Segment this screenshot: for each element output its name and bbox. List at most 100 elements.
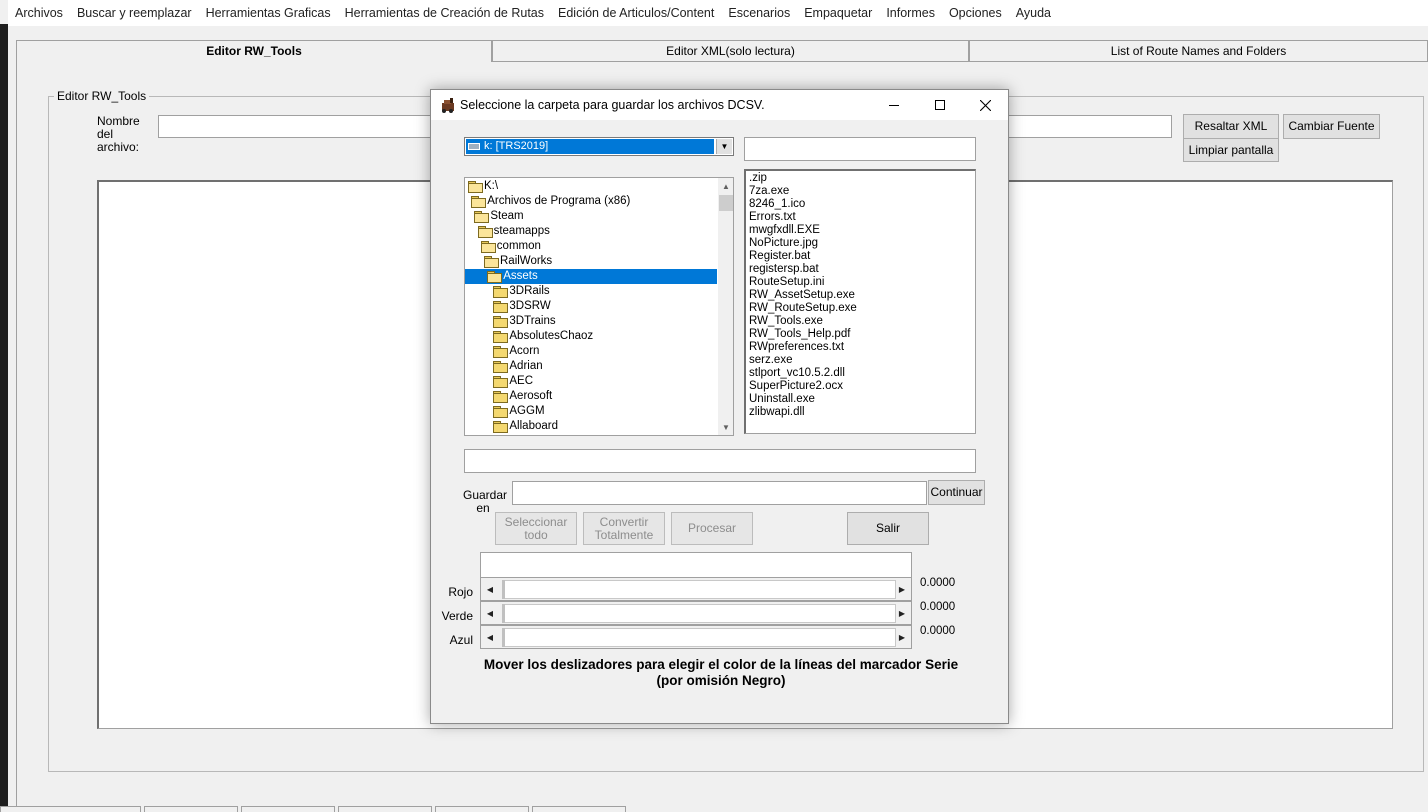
red-slider[interactable]: ◀ ▶: [480, 577, 912, 601]
clear-screen-button[interactable]: Limpiar pantalla: [1183, 138, 1279, 162]
blue-slider-thumb[interactable]: [502, 628, 505, 647]
green-slider-thumb[interactable]: [502, 604, 505, 623]
menu-escenarios[interactable]: Escenarios: [721, 6, 797, 20]
menu-empaquetar[interactable]: Empaquetar: [797, 6, 879, 20]
file-item[interactable]: NoPicture.jpg: [749, 237, 818, 250]
file-item[interactable]: Uninstall.exe: [749, 393, 815, 406]
file-item[interactable]: RW_Tools.exe: [749, 315, 823, 328]
bottom-tab-5[interactable]: [435, 806, 529, 812]
close-button[interactable]: [962, 90, 1008, 120]
scroll-left-icon[interactable]: ◀: [481, 602, 499, 624]
menu-creacion-rutas[interactable]: Herramientas de Creación de Rutas: [338, 6, 551, 20]
bottom-tab-1[interactable]: [0, 806, 141, 812]
file-item[interactable]: zlibwapi.dll: [749, 406, 805, 419]
directory-item[interactable]: Adrian: [493, 359, 543, 374]
exit-button[interactable]: Salir: [847, 512, 929, 545]
file-item[interactable]: SuperPicture2.ocx: [749, 380, 843, 393]
menu-opciones[interactable]: Opciones: [942, 6, 1009, 20]
directory-item[interactable]: Steam: [474, 209, 524, 224]
directory-item[interactable]: RailWorks: [484, 254, 552, 269]
scroll-left-icon[interactable]: ◀: [481, 626, 499, 648]
chevron-down-icon[interactable]: ▼: [716, 139, 732, 154]
file-item[interactable]: serz.exe: [749, 354, 792, 367]
bottom-tab-6[interactable]: [532, 806, 626, 812]
directory-item[interactable]: 3DRails: [493, 284, 550, 299]
menu-edicion-articulos[interactable]: Edición de Articulos/Content: [551, 6, 721, 20]
change-font-button[interactable]: Cambiar Fuente: [1283, 114, 1380, 139]
highlight-xml-button[interactable]: Resaltar XML: [1183, 114, 1279, 139]
scroll-left-icon[interactable]: ◀: [481, 578, 499, 600]
file-item[interactable]: mwgfxdll.EXE: [749, 224, 820, 237]
blue-slider-track[interactable]: [502, 628, 896, 647]
directory-item[interactable]: AGGM: [493, 404, 545, 419]
directory-item[interactable]: AEC: [493, 374, 533, 389]
scroll-right-icon[interactable]: ▶: [893, 626, 911, 648]
maximize-button[interactable]: [917, 90, 963, 120]
file-item[interactable]: registersp.bat: [749, 263, 819, 276]
red-slider-track[interactable]: [502, 580, 896, 599]
drive-select[interactable]: k: [TRS2019] ▼: [464, 137, 734, 156]
file-item[interactable]: Register.bat: [749, 250, 810, 263]
directory-item-label: RailWorks: [500, 255, 553, 267]
minimize-button[interactable]: [871, 90, 917, 120]
convert-all-button[interactable]: Convertir Totalmente: [583, 512, 665, 545]
bottom-tab-4[interactable]: [338, 806, 432, 812]
directory-item[interactable]: Allaboard: [493, 419, 558, 434]
path-display[interactable]: [464, 449, 976, 473]
bottom-tab-3[interactable]: [241, 806, 335, 812]
directory-item[interactable]: Acorn: [493, 344, 539, 359]
directory-scrollbar[interactable]: ▲ ▼: [718, 178, 733, 435]
scroll-right-icon[interactable]: ▶: [893, 578, 911, 600]
dialog-title: Seleccione la carpeta para guardar los a…: [460, 98, 765, 112]
menu-archivos[interactable]: Archivos: [8, 6, 70, 20]
red-slider-thumb[interactable]: [502, 580, 505, 599]
tab-route-names[interactable]: List of Route Names and Folders: [969, 40, 1428, 61]
directory-item[interactable]: Assets: [465, 269, 717, 284]
directory-item-label: 3DRails: [509, 285, 550, 297]
scroll-down-icon[interactable]: ▼: [718, 419, 733, 435]
tab-editor-xml[interactable]: Editor XML(solo lectura): [492, 40, 969, 61]
menu-informes[interactable]: Informes: [879, 6, 942, 20]
dialog-titlebar[interactable]: Seleccione la carpeta para guardar los a…: [431, 90, 1008, 120]
menu-ayuda[interactable]: Ayuda: [1009, 6, 1058, 20]
menu-buscar-reemplazar[interactable]: Buscar y reemplazar: [70, 6, 199, 20]
scroll-thumb[interactable]: [719, 195, 733, 211]
file-item[interactable]: .zip: [749, 172, 767, 185]
file-item[interactable]: stlport_vc10.5.2.dll: [749, 367, 845, 380]
directory-item[interactable]: steamapps: [477, 224, 550, 239]
green-slider-track[interactable]: [502, 604, 896, 623]
scroll-right-icon[interactable]: ▶: [893, 602, 911, 624]
file-list[interactable]: .zip 7za.exe 8246_1.ico Errors.txt mwgfxdll.…: [744, 169, 976, 434]
process-button[interactable]: Procesar: [671, 512, 753, 545]
directory-item[interactable]: Aerosoft: [493, 389, 552, 404]
file-item[interactable]: 8246_1.ico: [749, 198, 805, 211]
directory-item[interactable]: 3DSRW: [493, 299, 551, 314]
maximize-icon: [935, 100, 945, 110]
app-icon: [442, 98, 454, 113]
file-item[interactable]: RW_Tools_Help.pdf: [749, 328, 850, 341]
file-item[interactable]: Errors.txt: [749, 211, 796, 224]
directory-item[interactable]: K:\: [468, 179, 498, 194]
blue-slider[interactable]: ◀ ▶: [480, 625, 912, 649]
file-item[interactable]: RouteSetup.ini: [749, 276, 824, 289]
file-item[interactable]: RW_RouteSetup.exe: [749, 302, 857, 315]
file-item[interactable]: RW_AssetSetup.exe: [749, 289, 855, 302]
tab-editor-rw-tools[interactable]: Editor RW_Tools: [16, 40, 492, 62]
save-in-input[interactable]: [512, 481, 927, 505]
file-item[interactable]: 7za.exe: [749, 185, 789, 198]
select-all-button[interactable]: Seleccionar todo: [495, 512, 577, 545]
menu-herramientas-graficas[interactable]: Herramientas Graficas: [199, 6, 338, 20]
green-slider[interactable]: ◀ ▶: [480, 601, 912, 625]
directory-list[interactable]: K:\ Archivos de Programa (x86) Steam steama…: [464, 177, 734, 436]
folder-open-icon: [487, 271, 503, 283]
directory-item[interactable]: AbsolutesChaoz: [493, 329, 593, 344]
directory-item[interactable]: 3DTrains: [493, 314, 556, 329]
continue-button[interactable]: Continuar: [928, 480, 985, 505]
scroll-up-icon[interactable]: ▲: [718, 178, 733, 194]
directory-item[interactable]: Archivos de Programa (x86): [471, 194, 630, 209]
file-item[interactable]: RWpreferences.txt: [749, 341, 844, 354]
red-value: 0.0000: [920, 577, 956, 589]
bottom-tab-2[interactable]: [144, 806, 238, 812]
directory-item[interactable]: common: [480, 239, 541, 254]
filter-input[interactable]: [744, 137, 976, 161]
